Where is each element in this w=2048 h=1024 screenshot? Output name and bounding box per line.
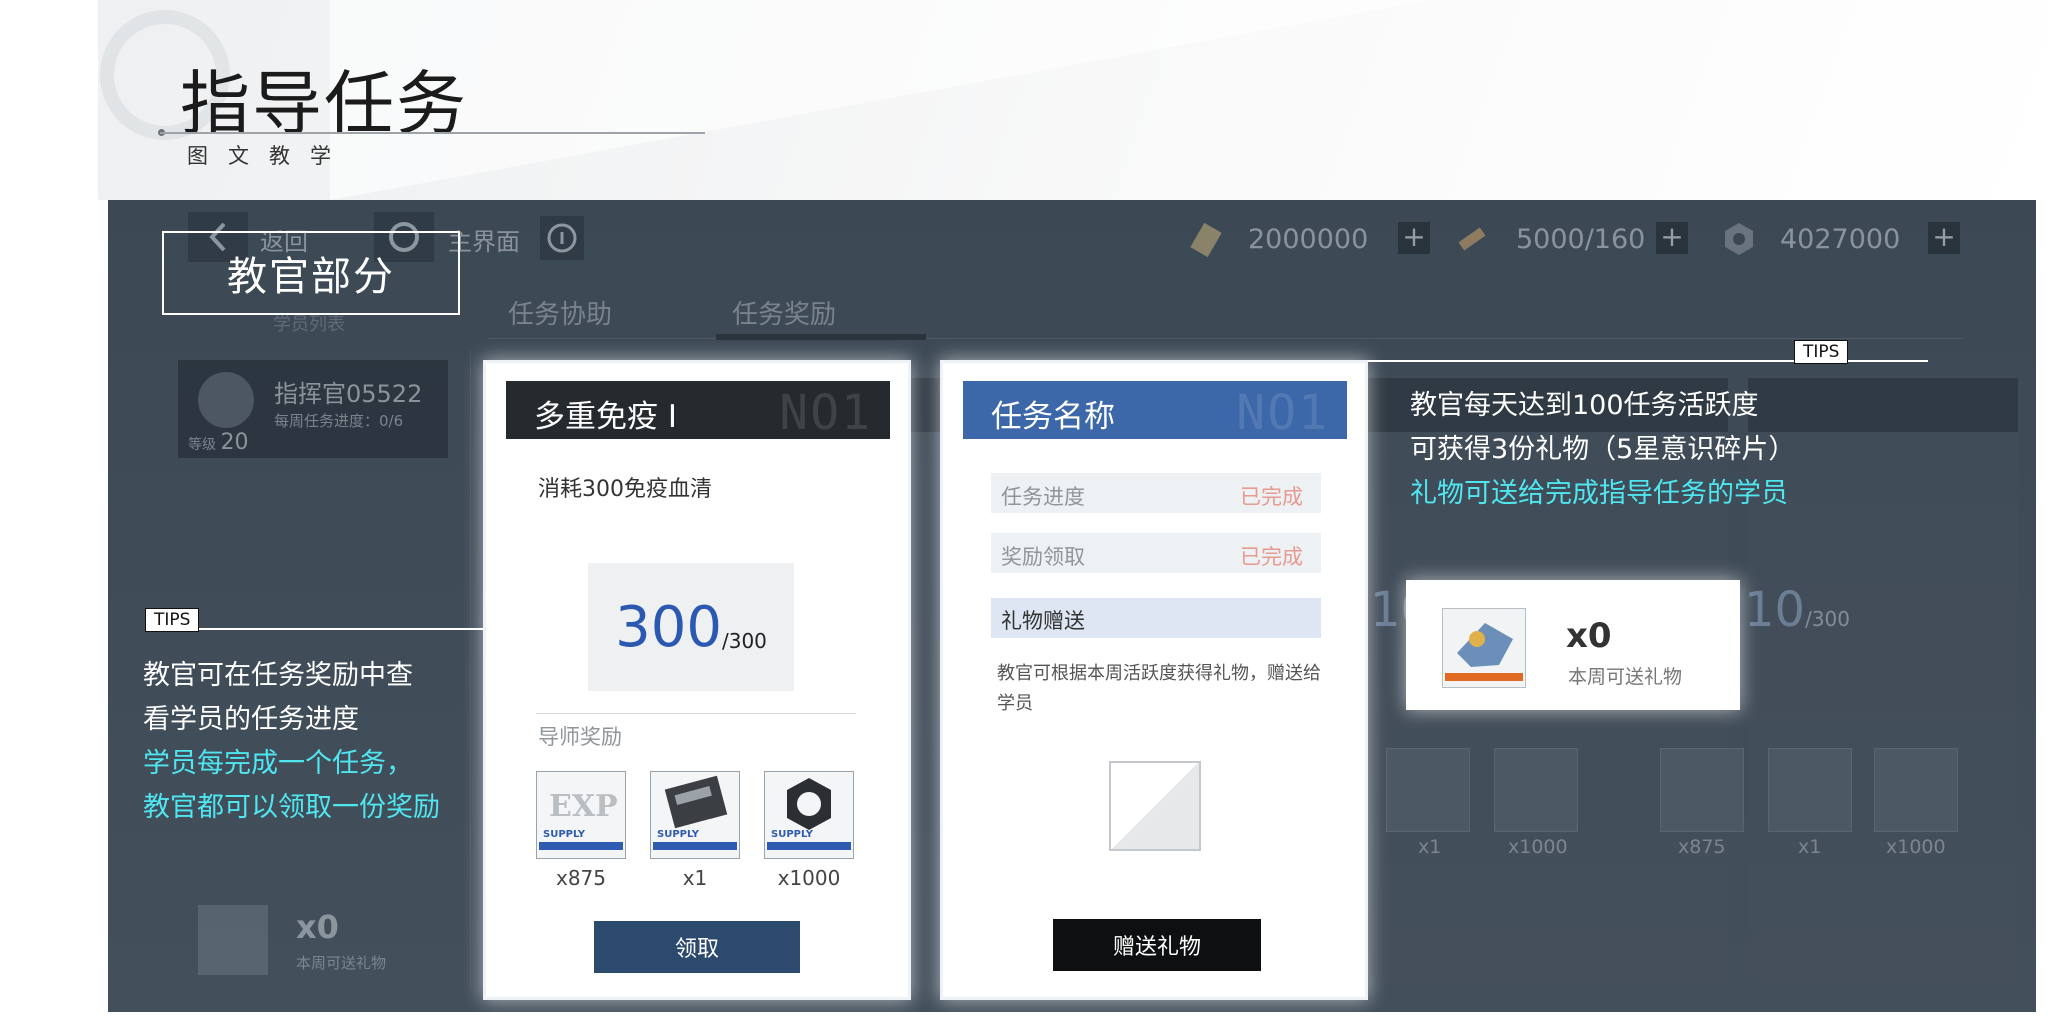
send-gift-button[interactable]: 赠送礼物 [1053, 919, 1261, 971]
reward-qty-nut: x1000 [777, 866, 841, 890]
background-reward-item [1874, 748, 1958, 832]
rarity-bar [767, 842, 851, 850]
task-card-header: 多重免疫 Ⅰ NO1 [506, 381, 890, 441]
background-reward-item [1768, 748, 1852, 832]
background-reward-item [1386, 748, 1470, 832]
task-progress-key: 任务进度 [1001, 485, 1085, 509]
commander-name: 指挥官05522 [274, 380, 423, 408]
exp-icon: EXP SUPPLY [536, 771, 626, 859]
gift-card-title: 任务名称 [991, 399, 1115, 435]
supply-label: SUPPLY [771, 829, 814, 840]
info-icon[interactable] [540, 216, 584, 260]
tips-right-line2: 可获得3份礼物（5星意识碎片） [1410, 434, 1796, 465]
title-rule [160, 132, 705, 134]
supply-label: SUPPLY [543, 829, 586, 840]
add-resource-3-button[interactable]: + [1928, 222, 1960, 254]
resource-value-3: 4027000 [1780, 224, 1901, 255]
gift-slot[interactable] [1109, 761, 1201, 851]
reward-qty-exp: x875 [555, 866, 606, 890]
rarity-bar [539, 842, 623, 850]
tips-right-line3: 礼物可送给完成指导任务的学员 [1410, 478, 1788, 509]
header-decoration [330, 0, 1430, 200]
background-reward-qty: x1000 [1508, 836, 1568, 858]
task-progress-box: 300/300 [588, 563, 794, 691]
commander-weekly-progress: 每周任务进度：0/6 [274, 412, 404, 430]
tips-left-line2: 看学员的任务进度 [143, 704, 359, 735]
task-card: 多重免疫 Ⅰ NO1 消耗300免疫血清 300/300 导师奖励 EXP SU… [483, 360, 911, 1000]
tab-task-assist[interactable]: 任务协助 [508, 294, 612, 331]
tips-left-line3: 学员每完成一个任务， [143, 748, 413, 779]
card-icon: SUPPLY [650, 771, 740, 859]
background-progress-b-total: /300 [1805, 607, 1850, 631]
reward-qty-card: x1 [682, 866, 708, 890]
reward-divider [536, 713, 856, 714]
tips-left-line1: 教官可在任务奖励中查 [143, 660, 413, 691]
tips-left-tag: TIPS [145, 608, 200, 632]
footer-gift-count: x0 [296, 908, 339, 946]
background-reward-qty: x1000 [1886, 836, 1946, 858]
task-title: 多重免疫 Ⅰ [534, 399, 677, 435]
tab-divider [488, 338, 1963, 339]
background-reward-item [1494, 748, 1578, 832]
add-resource-1-button[interactable]: + [1398, 222, 1430, 254]
syringe-icon [1453, 220, 1491, 258]
tips-right-tag: TIPS [1794, 340, 1849, 364]
tips-left-line4: 教官都可以领取一份奖励 [143, 792, 440, 823]
reward-claim-row: 奖励领取 已完成 [991, 533, 1321, 573]
gift-popup-count: x0 [1566, 616, 1612, 656]
gift-card-watermark: NO1 [1236, 385, 1329, 441]
hex-nut-icon: SUPPLY [764, 771, 854, 859]
tab-task-reward[interactable]: 任务奖励 [732, 294, 836, 331]
svg-text:EXP: EXP [549, 789, 618, 824]
add-resource-2-button[interactable]: + [1656, 222, 1688, 254]
level-label: 等级 [188, 437, 216, 453]
reward-label: 导师奖励 [538, 725, 622, 749]
task-progress-current: 300 [615, 594, 722, 660]
task-progress-row: 任务进度 已完成 [991, 473, 1321, 513]
task-watermark: NO1 [779, 385, 872, 441]
tab-active-indicator [716, 334, 926, 340]
gift-card: 任务名称 NO1 任务进度 已完成 奖励领取 已完成 礼物赠送 教官可根据本周活… [940, 360, 1368, 1000]
tips-right-line1: 教官每天达到100任务活跃度 [1410, 390, 1759, 421]
gift-card-header: 任务名称 NO1 [963, 381, 1347, 441]
claim-button[interactable]: 领取 [594, 921, 800, 973]
task-cost-text: 消耗300免疫血清 [538, 477, 712, 502]
sidebar-divider [470, 350, 471, 990]
background-progress-b-value: 10 [1744, 582, 1806, 638]
hex-nut-icon [1720, 220, 1758, 258]
consciousness-fragment-icon [1442, 608, 1526, 688]
resource-value-1: 2000000 [1248, 224, 1369, 255]
game-screenshot: 返回 主界面 2000000 + 5000/160 + 4027000 + 教官… [108, 200, 2036, 1012]
avatar [198, 372, 254, 428]
tips-left-text: 教官可在任务奖励中查 看学员的任务进度 学员每完成一个任务， 教官都可以领取一份… [143, 654, 440, 830]
gift-popup-label: 本周可送礼物 [1568, 666, 1683, 688]
resource-value-2: 5000/160 [1516, 224, 1646, 255]
task-progress-total: /300 [721, 629, 767, 653]
gift-heading: 礼物赠送 [991, 598, 1321, 638]
level-value: 20 [220, 430, 249, 455]
rarity-bar [653, 842, 737, 850]
rarity-bar [1445, 673, 1523, 681]
background-reward-qty: x875 [1678, 836, 1726, 858]
ticket-icon [1188, 220, 1226, 258]
task-progress-status: 已完成 [1240, 485, 1303, 509]
reward-claim-status: 已完成 [1240, 545, 1303, 569]
background-progress-b: 10/300 [1744, 582, 1850, 638]
tips-right-text: 教官每天达到100任务活跃度 可获得3份礼物（5星意识碎片） 礼物可送给完成指导… [1410, 384, 1795, 516]
gift-description: 教官可根据本周活跃度获得礼物，赠送给学员 [997, 663, 1321, 714]
background-reward-qty: x1 [1798, 836, 1822, 858]
reward-claim-key: 奖励领取 [1001, 545, 1085, 569]
left-margin [0, 0, 98, 1024]
background-reward-item [1660, 748, 1744, 832]
footer-gift-icon [198, 905, 268, 975]
section-label-box: 教官部分 [162, 231, 460, 315]
page-subtitle: 图文教学 [187, 144, 351, 168]
supply-label: SUPPLY [657, 829, 700, 840]
background-reward-qty: x1 [1418, 836, 1442, 858]
student-list-label: 学员列表 [273, 314, 345, 335]
commander-level: 等级 20 [188, 430, 248, 455]
commander-card[interactable]: 指挥官05522 每周任务进度：0/6 等级 20 [178, 360, 448, 458]
weekly-gift-popup: x0 本周可送礼物 [1406, 580, 1740, 710]
footer-gift-label: 本周可送礼物 [296, 954, 387, 972]
